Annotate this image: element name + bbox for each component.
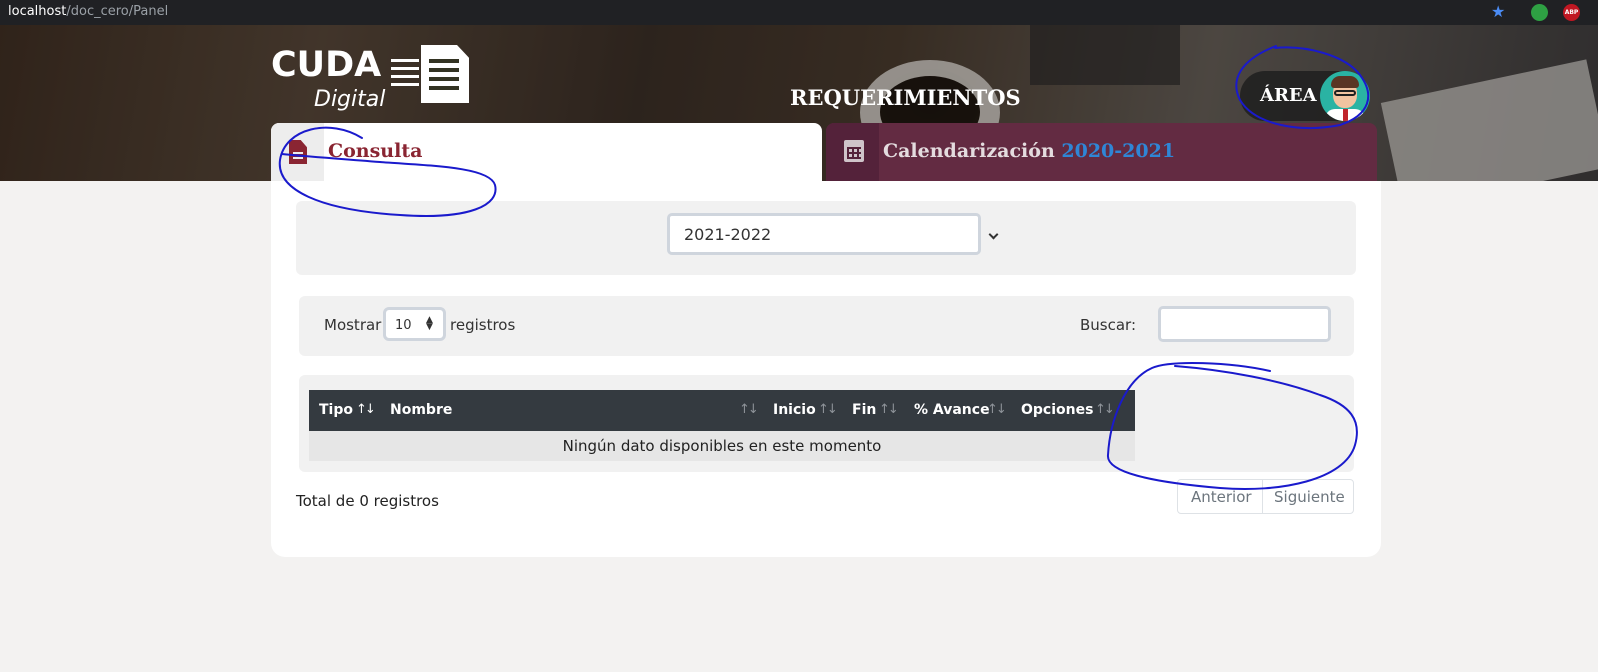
show-label: Mostrar [324, 316, 382, 334]
url-text[interactable]: localhost/doc_cero/Panel [8, 4, 168, 19]
column-header-opciones[interactable]: Opciones [1021, 402, 1093, 418]
extension-icon[interactable] [1531, 4, 1548, 21]
pagination: Anterior Siguiente [1177, 479, 1354, 514]
cuda-logo[interactable]: CUDA Digital [271, 45, 471, 135]
file-icon [289, 140, 307, 164]
browser-url-bar[interactable]: localhost/doc_cero/Panel ★ ABP [0, 0, 1598, 25]
sort-icon[interactable]: ↑↓ [987, 402, 1007, 417]
main-card: 2021-2022 Mostrar 10 ▲ ▼ registros Buscar… [271, 181, 1381, 557]
search-label: Buscar: [1080, 316, 1137, 334]
sort-icon[interactable]: ↑↓ [356, 402, 376, 417]
records-total: Total de 0 registros [296, 492, 439, 510]
star-icon[interactable]: ★ [1491, 2, 1505, 21]
user-menu[interactable]: ÁREA [1240, 71, 1370, 121]
column-header-tipo[interactable]: Tipo [319, 402, 353, 418]
table-header: Tipo ↑↓ Nombre ↑↓ Inicio ↑↓ Fin ↑↓ % Ava… [309, 390, 1135, 431]
adblock-icon[interactable]: ABP [1563, 4, 1580, 21]
next-button[interactable]: Siguiente [1274, 488, 1345, 506]
previous-button[interactable]: Anterior [1191, 488, 1252, 506]
year-filter-panel: 2021-2022 [296, 201, 1356, 275]
table-panel: Tipo ↑↓ Nombre ↑↓ Inicio ↑↓ Fin ↑↓ % Ava… [299, 375, 1354, 472]
tab-consulta[interactable]: Consulta [271, 123, 822, 181]
sort-icon[interactable]: ↑↓ [879, 402, 899, 417]
sort-icon[interactable]: ↑↓ [1095, 402, 1115, 417]
tab-calendarizacion-label: Calendarización 2020-2021 [883, 140, 1176, 162]
avatar[interactable] [1320, 71, 1370, 121]
page-title: REQUERIMIENTOS [790, 85, 1021, 110]
page-length-select[interactable]: 10 ▲ ▼ [383, 307, 446, 341]
sort-icon[interactable]: ↑↓ [818, 402, 838, 417]
sort-icon[interactable]: ↑↓ [739, 402, 759, 417]
chevron-down-icon [988, 229, 999, 240]
calendar-icon [844, 140, 864, 162]
logo-subtext: Digital [314, 87, 386, 112]
speed-lines-icon [391, 59, 419, 89]
column-header-nombre[interactable]: Nombre [390, 402, 452, 418]
document-icon [421, 45, 469, 103]
table-controls: Mostrar 10 ▲ ▼ registros Buscar: [299, 296, 1354, 356]
sort-arrows-icon: ▲ ▼ [426, 315, 433, 332]
column-header-avance[interactable]: % Avance [914, 402, 990, 418]
column-header-fin[interactable]: Fin [852, 402, 876, 418]
search-input[interactable] [1158, 306, 1331, 342]
records-label: registros [450, 316, 516, 334]
logo-text: CUDA [271, 45, 382, 85]
tab-consulta-label: Consulta [328, 140, 423, 162]
column-header-inicio[interactable]: Inicio [773, 402, 816, 418]
tab-calendarizacion[interactable]: Calendarización 2020-2021 [826, 123, 1377, 181]
year-select[interactable]: 2021-2022 [667, 213, 981, 255]
empty-message: Ningún dato disponibles en este momento [562, 437, 882, 455]
user-area-label: ÁREA [1260, 85, 1317, 106]
tab-calendarizacion-year: 2020-2021 [1061, 140, 1176, 162]
table-empty-row: Ningún dato disponibles en este momento [309, 431, 1135, 461]
